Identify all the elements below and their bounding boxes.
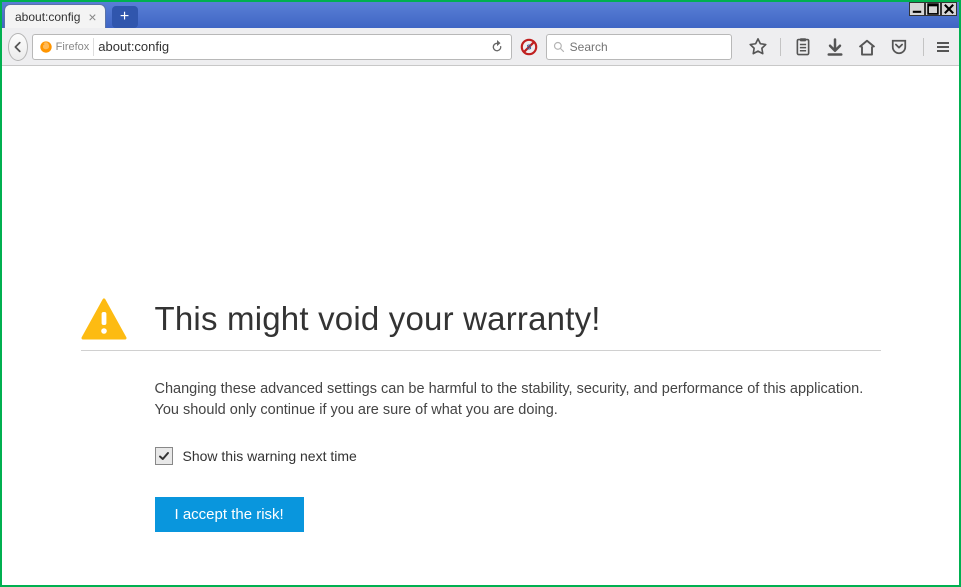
downloads-button[interactable] [825, 37, 845, 57]
accept-risk-button[interactable]: I accept the risk! [155, 497, 304, 532]
noscript-icon: S [520, 38, 538, 56]
svg-text:S: S [526, 42, 531, 51]
toolbar-separator [923, 38, 924, 56]
warning-text: Changing these advanced settings can be … [155, 379, 881, 421]
browser-tab[interactable]: about:config × [4, 4, 106, 28]
titlebar: about:config × + [2, 2, 959, 28]
toolbar-separator [780, 38, 781, 56]
nav-toolbar: Firefox S [2, 28, 959, 66]
home-button[interactable] [857, 37, 877, 57]
search-icon [553, 41, 565, 53]
back-button[interactable] [8, 33, 28, 61]
tab-title: about:config [15, 10, 80, 24]
tab-close-icon[interactable]: × [88, 10, 96, 24]
pocket-button[interactable] [889, 37, 909, 57]
url-input[interactable] [98, 39, 482, 54]
reload-button[interactable] [487, 37, 507, 57]
warning-triangle-icon [81, 298, 127, 340]
warning-header: This might void your warranty! [81, 298, 881, 351]
checkbox-box[interactable] [155, 447, 173, 465]
close-window-button[interactable] [941, 2, 957, 16]
identity-label: Firefox [56, 41, 90, 53]
maximize-button[interactable] [925, 2, 941, 16]
minimize-button[interactable] [909, 2, 925, 16]
menu-button[interactable] [933, 34, 953, 60]
warning-container: This might void your warranty! Changing … [73, 298, 889, 572]
firefox-icon [39, 40, 53, 54]
arrow-left-icon [11, 40, 25, 54]
show-warning-checkbox[interactable]: Show this warning next time [155, 447, 881, 465]
search-input[interactable] [570, 40, 725, 54]
noscript-button[interactable]: S [520, 36, 538, 58]
star-icon [748, 37, 768, 57]
checkbox-label: Show this warning next time [183, 448, 357, 464]
window-controls [909, 2, 957, 16]
search-bar[interactable] [546, 34, 732, 60]
hamburger-icon [935, 39, 951, 55]
toolbar-icons [748, 37, 909, 57]
reload-icon [490, 40, 504, 54]
pocket-icon [889, 37, 909, 57]
checkmark-icon [158, 450, 170, 462]
new-tab-button[interactable]: + [112, 6, 138, 28]
bookmarks-list-button[interactable] [793, 37, 813, 57]
url-bar[interactable]: Firefox [32, 34, 512, 60]
warning-title: This might void your warranty! [155, 300, 601, 338]
identity-box[interactable]: Firefox [37, 38, 95, 56]
clipboard-icon [793, 37, 813, 57]
download-arrow-icon [825, 37, 845, 57]
warning-body: Changing these advanced settings can be … [155, 379, 881, 532]
page-content: This might void your warranty! Changing … [4, 68, 957, 583]
bookmark-star-button[interactable] [748, 37, 768, 57]
home-icon [857, 37, 877, 57]
